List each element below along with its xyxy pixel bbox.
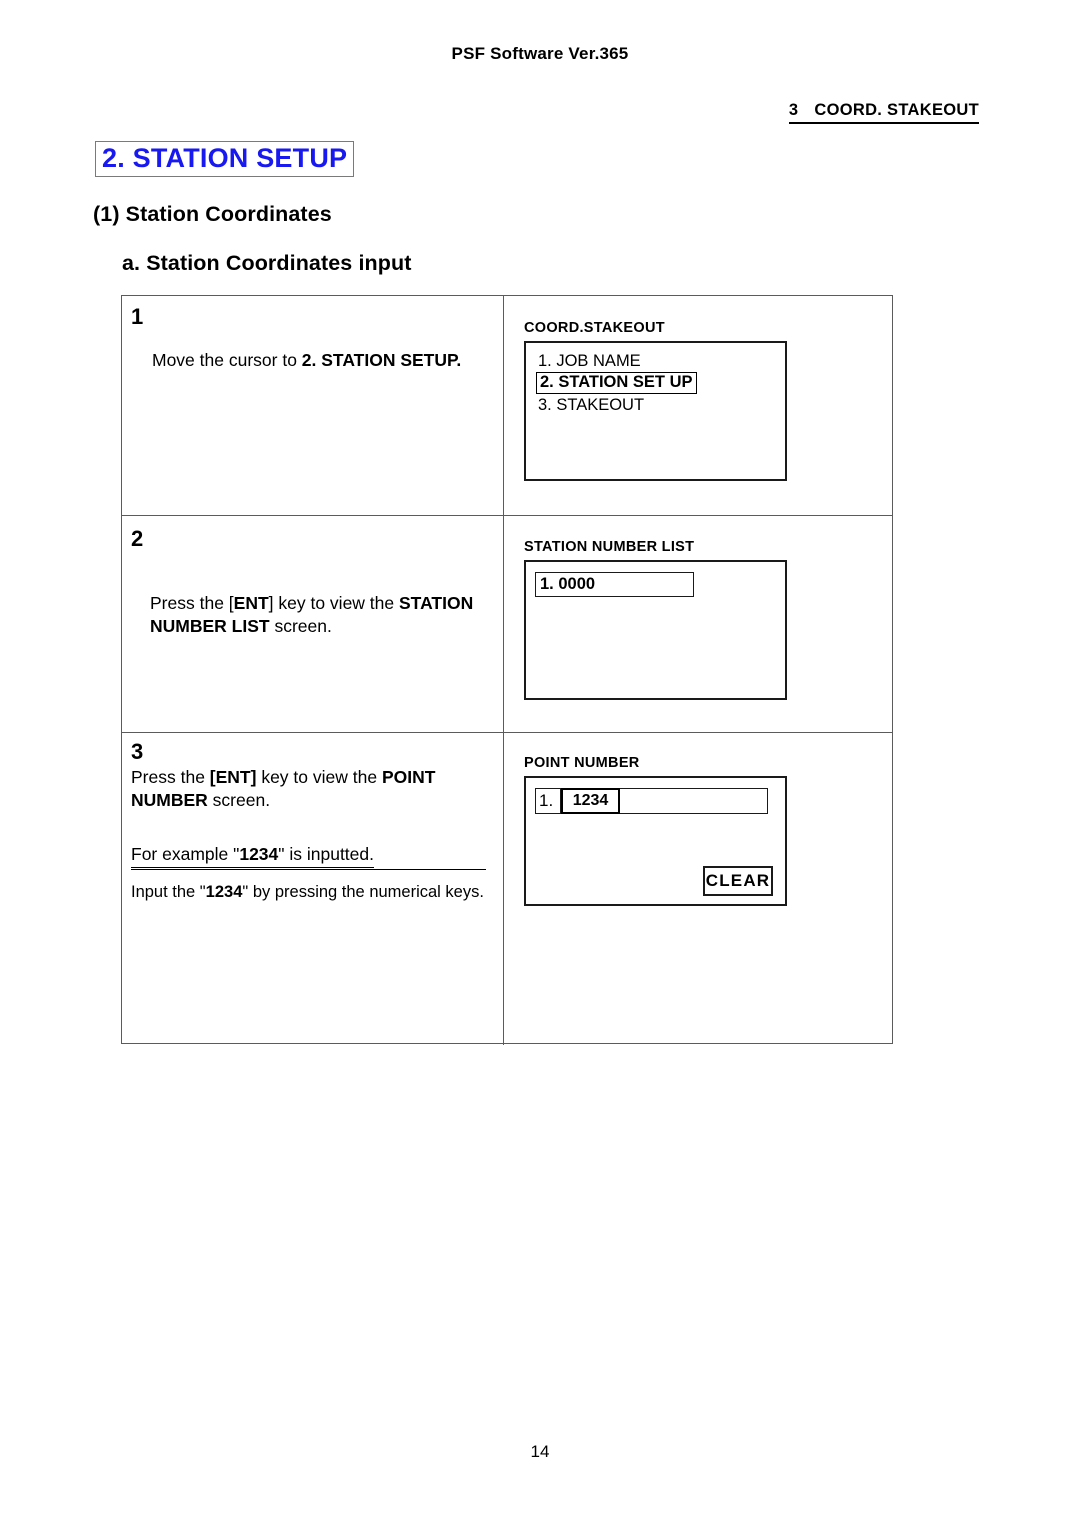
step-screen-cell: COORD.STAKEOUT 1. JOB NAME 2. STATION SE… (503, 296, 892, 515)
step-number: 2 (131, 526, 144, 551)
step-example-post: " is inputted. (278, 844, 374, 864)
step-instruction: Press the [ENT] key to view the POINT NU… (131, 766, 486, 813)
step-instruction-post: screen. (207, 790, 271, 811)
subsection-title: (1) Station Coordinates (93, 202, 332, 226)
step-instruction: Move the cursor to 2. STATION SETUP. (152, 349, 497, 372)
document-page: PSF Software Ver.365 3 COORD. STAKEOUT 2.… (0, 0, 1080, 1528)
station-number-field[interactable]: 1. 0000 (535, 572, 694, 597)
menu-item-stakeout[interactable]: 3. STAKEOUT (538, 396, 644, 415)
screen-title: STATION NUMBER LIST (524, 539, 695, 555)
key-name-ent: [ENT] (209, 767, 257, 787)
device-screen: 1. 1234 CLEAR (524, 776, 787, 906)
step-instruction: Press the [ENT] key to view the STATION … (150, 592, 500, 639)
step-instruction-emphasis: 2. STATION SETUP. (301, 350, 462, 370)
key-name-ent: ENT (233, 593, 269, 613)
document-header-title: PSF Software Ver.365 (451, 44, 629, 63)
section-number: 3 (788, 101, 799, 119)
device-screen: 1. JOB NAME 2. STATION SET UP 3. STAKEOU… (524, 341, 787, 481)
menu-item-station-set-up-selected[interactable]: 2. STATION SET UP (536, 372, 697, 395)
procedure-step-row: 1 Move the cursor to 2. STATION SETUP. C… (122, 296, 892, 515)
point-number-value[interactable]: 1234 (561, 788, 620, 814)
menu-item-job-name[interactable]: 1. JOB NAME (538, 352, 641, 371)
step-number: 1 (131, 304, 144, 329)
step-description-cell: 1 Move the cursor to 2. STATION SETUP. (122, 296, 503, 515)
step-instruction-mid: key to view the (256, 767, 382, 787)
screen-title: COORD.STAKEOUT (524, 320, 665, 336)
procedure-step-row: 3 Press the [ENT] key to view the POINT … (122, 732, 892, 1045)
step-example-note: For example "1234" is inputted. (131, 843, 486, 871)
step-description-cell: 2 Press the [ENT] key to view the STATIO… (122, 516, 503, 732)
step-example-value: 1234 (239, 844, 279, 864)
section-header: 3 COORD. STAKEOUT (788, 101, 979, 124)
step-instruction-pre: Move the cursor to (152, 350, 302, 370)
step-instruction-mid: ] key to view the (268, 593, 399, 613)
step-note-value: 1234 (205, 883, 243, 901)
screen-title: POINT NUMBER (524, 755, 640, 771)
clear-button[interactable]: CLEAR (703, 866, 773, 896)
step-instruction-pre: Press the (131, 767, 210, 787)
step-example-pre: For example " (131, 844, 240, 864)
point-number-input-field[interactable]: 1234 (561, 788, 768, 814)
section-name: COORD. STAKEOUT (814, 101, 979, 119)
chapter-title: 2. STATION SETUP (95, 141, 355, 178)
step-note-pre: Input the " (131, 883, 206, 901)
device-screen: 1. 0000 (524, 560, 787, 700)
procedure-step-row: 2 Press the [ENT] key to view the STATIO… (122, 515, 892, 732)
procedure-table: 1 Move the cursor to 2. STATION SETUP. C… (121, 295, 893, 1045)
step-number: 3 (131, 739, 144, 764)
step-description-cell: 3 Press the [ENT] key to view the POINT … (122, 733, 503, 1045)
step-instruction-post: screen. (269, 616, 332, 637)
step-screen-cell: STATION NUMBER LIST 1. 0000 (503, 516, 892, 732)
subsubsection-title: a. Station Coordinates input (122, 251, 412, 275)
step-screen-cell: POINT NUMBER 1. 1234 CLEAR (503, 733, 892, 1045)
point-number-index: 1. (535, 788, 561, 814)
step-note-post: " by pressing the numerical keys. (242, 883, 484, 901)
step-input-note: Input the "1234" by pressing the numeric… (131, 881, 501, 903)
page-number: 14 (530, 1442, 550, 1461)
step-instruction-pre: Press the [ (150, 593, 234, 613)
